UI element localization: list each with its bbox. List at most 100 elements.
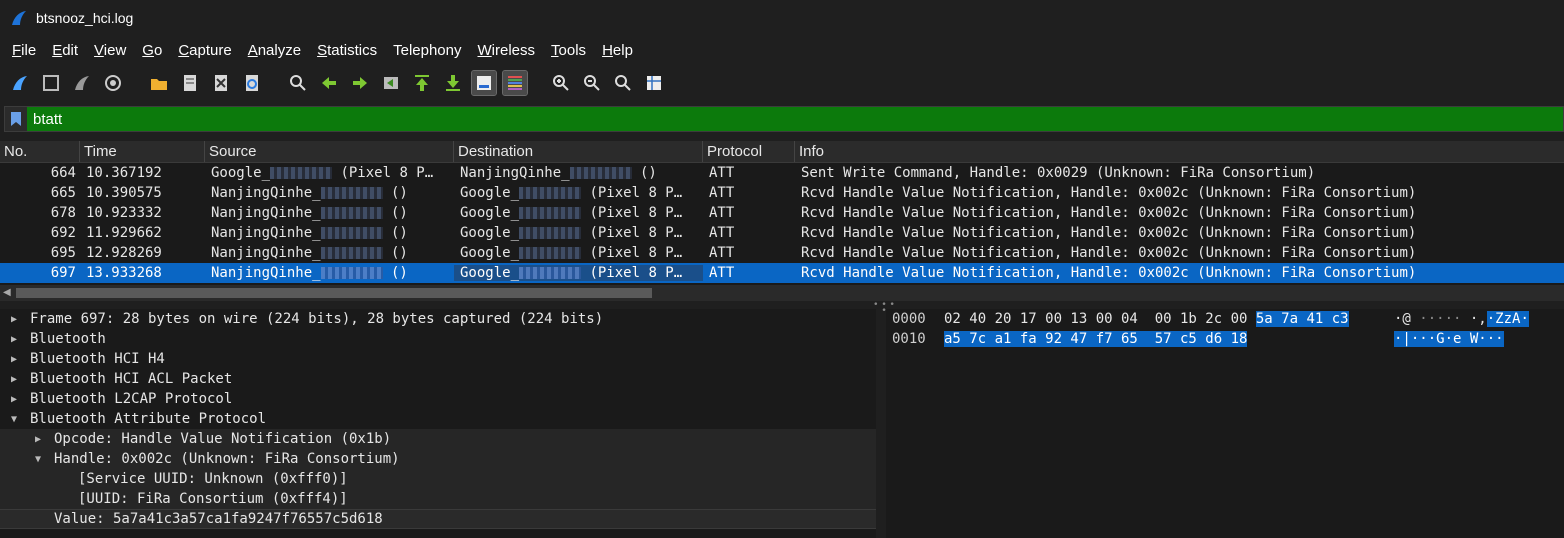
save-file-icon[interactable] [178, 71, 202, 95]
normal-size-icon[interactable] [611, 71, 635, 95]
bytes-hex[interactable]: 02 40 20 17 00 13 00 04 00 1b 2c 00 5a 7… [938, 311, 1394, 327]
tree-item[interactable]: [UUID: FiRa Consortium (0xfff4)] [0, 489, 876, 509]
tree-item[interactable]: ▶ Frame 697: 28 bytes on wire (224 bits),… [0, 309, 876, 329]
packet-row[interactable]: 678 10.923332 NanjingQinhe_ () Google_ (Pix… [0, 203, 1564, 223]
packet-no: 664 [50, 165, 76, 181]
go-forward-arrow-icon[interactable] [348, 71, 372, 95]
colorize-list-icon[interactable] [502, 70, 528, 96]
menu-tools[interactable]: Tools [543, 42, 594, 59]
collapsed-triangle-icon[interactable]: ▶ [8, 334, 20, 345]
bytes-offset: 0000 [892, 311, 926, 327]
go-last-packet-icon[interactable] [441, 71, 465, 95]
tree-item[interactable]: ▶ Bluetooth [0, 329, 876, 349]
open-folder-icon[interactable] [147, 71, 171, 95]
menu-bar: File Edit View Go Capture Analyze Statistics Te… [0, 38, 1564, 62]
column-header-source[interactable]: Source [205, 141, 454, 162]
tree-item[interactable]: ▶ Bluetooth HCI ACL Packet [0, 369, 876, 389]
packet-time: 10.390575 [86, 185, 162, 201]
collapsed-triangle-icon[interactable]: ▶ [32, 434, 44, 445]
tree-item[interactable]: ▶ Opcode: Handle Value Notification (0x1b… [0, 429, 876, 449]
redacted-address [270, 167, 333, 179]
wireshark-fin-icon [12, 11, 26, 25]
packet-info: Rcvd Handle Value Notification, Handle: … [801, 225, 1417, 241]
bytes-hex[interactable]: a5 7c a1 fa 92 47 f7 65 57 c5 d6 18 [938, 331, 1394, 347]
column-header-info[interactable]: Info [795, 141, 1564, 162]
redacted-address [519, 247, 582, 259]
menu-edit[interactable]: Edit [44, 42, 86, 59]
display-filter-bar [4, 106, 1564, 132]
packet-source: Google_ (Pixel 8 P… [211, 165, 434, 181]
go-first-packet-icon[interactable] [410, 71, 434, 95]
start-capture-fin-icon[interactable] [8, 71, 32, 95]
filter-bookmark-icon[interactable] [5, 107, 27, 131]
tree-item[interactable]: ▼ Handle: 0x002c (Unknown: FiRa Consortiu… [0, 449, 876, 469]
packet-no: 692 [50, 225, 76, 241]
menu-wireless[interactable]: Wireless [470, 42, 544, 59]
packet-list-header: No. Time Source Destination Protocol Inf… [0, 141, 1564, 163]
hex-highlighted: a5 7c a1 fa 92 47 f7 65 57 c5 d6 18 [944, 331, 1248, 347]
menu-view[interactable]: View [86, 42, 134, 59]
bytes-ascii[interactable]: ·|···G·e W··· [1394, 331, 1558, 347]
go-to-packet-icon[interactable] [379, 71, 403, 95]
go-back-arrow-icon[interactable] [317, 71, 341, 95]
reload-file-icon[interactable] [240, 71, 264, 95]
menu-go[interactable]: Go [134, 42, 170, 59]
column-header-destination[interactable]: Destination [454, 141, 703, 162]
tree-item-label: Bluetooth L2CAP Protocol [30, 391, 233, 407]
zoom-out-icon[interactable] [580, 71, 604, 95]
packet-row[interactable]: 665 10.390575 NanjingQinhe_ () Google_ (Pix… [0, 183, 1564, 203]
packet-row[interactable]: 695 12.928269 NanjingQinhe_ () Google_ (Pix… [0, 243, 1564, 263]
menu-file[interactable]: File [4, 42, 44, 59]
scrollbar-thumb[interactable] [16, 288, 652, 298]
packet-row[interactable]: 692 11.929662 NanjingQinhe_ () Google_ (Pix… [0, 223, 1564, 243]
collapsed-triangle-icon[interactable]: ▶ [8, 354, 20, 365]
packet-protocol: ATT [709, 225, 735, 241]
scroll-left-arrow-icon[interactable]: ◀ [3, 287, 11, 298]
stop-capture-icon[interactable] [39, 71, 63, 95]
packet-source: NanjingQinhe_ () [211, 205, 408, 221]
tree-item[interactable]: ▶ Bluetooth L2CAP Protocol [0, 389, 876, 409]
packet-destination: Google_ (Pixel 8 P… [454, 265, 703, 281]
hex-plain: 02 40 20 17 00 13 00 04 00 1b 2c 00 [944, 311, 1256, 327]
menu-telephony[interactable]: Telephony [385, 42, 469, 59]
packet-time: 12.928269 [86, 245, 162, 261]
packet-list: No. Time Source Destination Protocol Inf… [0, 141, 1564, 301]
ascii-dim: ····· [1410, 311, 1462, 327]
zoom-in-icon[interactable] [549, 71, 573, 95]
collapsed-triangle-icon[interactable]: ▶ [8, 314, 20, 325]
tree-item[interactable]: ▼ Bluetooth Attribute Protocol [0, 409, 876, 429]
capture-options-gear-icon[interactable] [101, 71, 125, 95]
packet-row[interactable]: 697 13.933268 NanjingQinhe_ () Google_ (Pix… [0, 263, 1564, 283]
menu-analyze[interactable]: Analyze [240, 42, 309, 59]
pane-splitter-handle[interactable]: • • • • [872, 301, 896, 316]
restart-capture-icon[interactable] [70, 71, 94, 95]
tree-item-label: Handle: 0x002c (Unknown: FiRa Consortium… [54, 451, 400, 467]
column-header-no[interactable]: No. [0, 141, 80, 162]
column-header-protocol[interactable]: Protocol [703, 141, 795, 162]
packet-row[interactable]: 664 10.367192 Google_ (Pixel 8 P… NanjingQi… [0, 163, 1564, 183]
tree-item[interactable]: ▶ Bluetooth HCI H4 [0, 349, 876, 369]
tree-item[interactable]: Value: 5a7a41c3a57ca1fa9247f76557c5d618 [0, 509, 876, 529]
redacted-address [519, 267, 582, 279]
packet-destination: Google_ (Pixel 8 P… [460, 245, 683, 261]
packet-list-horizontal-scrollbar[interactable]: ◀ [0, 285, 1564, 301]
find-packet-magnifier-icon[interactable] [286, 71, 310, 95]
collapsed-triangle-icon[interactable]: ▶ [8, 394, 20, 405]
packet-protocol: ATT [709, 165, 735, 181]
packet-info: Rcvd Handle Value Notification, Handle: … [801, 245, 1417, 261]
packet-time: 13.933268 [86, 265, 162, 281]
expanded-triangle-icon[interactable]: ▼ [8, 414, 20, 425]
display-filter-input[interactable] [27, 107, 1563, 131]
collapsed-triangle-icon[interactable]: ▶ [8, 374, 20, 385]
menu-help[interactable]: Help [594, 42, 641, 59]
packet-protocol: ATT [709, 265, 735, 281]
close-file-icon[interactable] [209, 71, 233, 95]
column-header-time[interactable]: Time [80, 141, 205, 162]
auto-scroll-icon[interactable] [471, 70, 497, 96]
bytes-ascii[interactable]: ·@ ····· ·,·ZzA· [1394, 311, 1558, 327]
menu-statistics[interactable]: Statistics [309, 42, 385, 59]
menu-capture[interactable]: Capture [170, 42, 239, 59]
resize-columns-icon[interactable] [642, 71, 666, 95]
tree-item[interactable]: [Service UUID: Unknown (0xfff0)] [0, 469, 876, 489]
expanded-triangle-icon[interactable]: ▼ [32, 454, 44, 465]
